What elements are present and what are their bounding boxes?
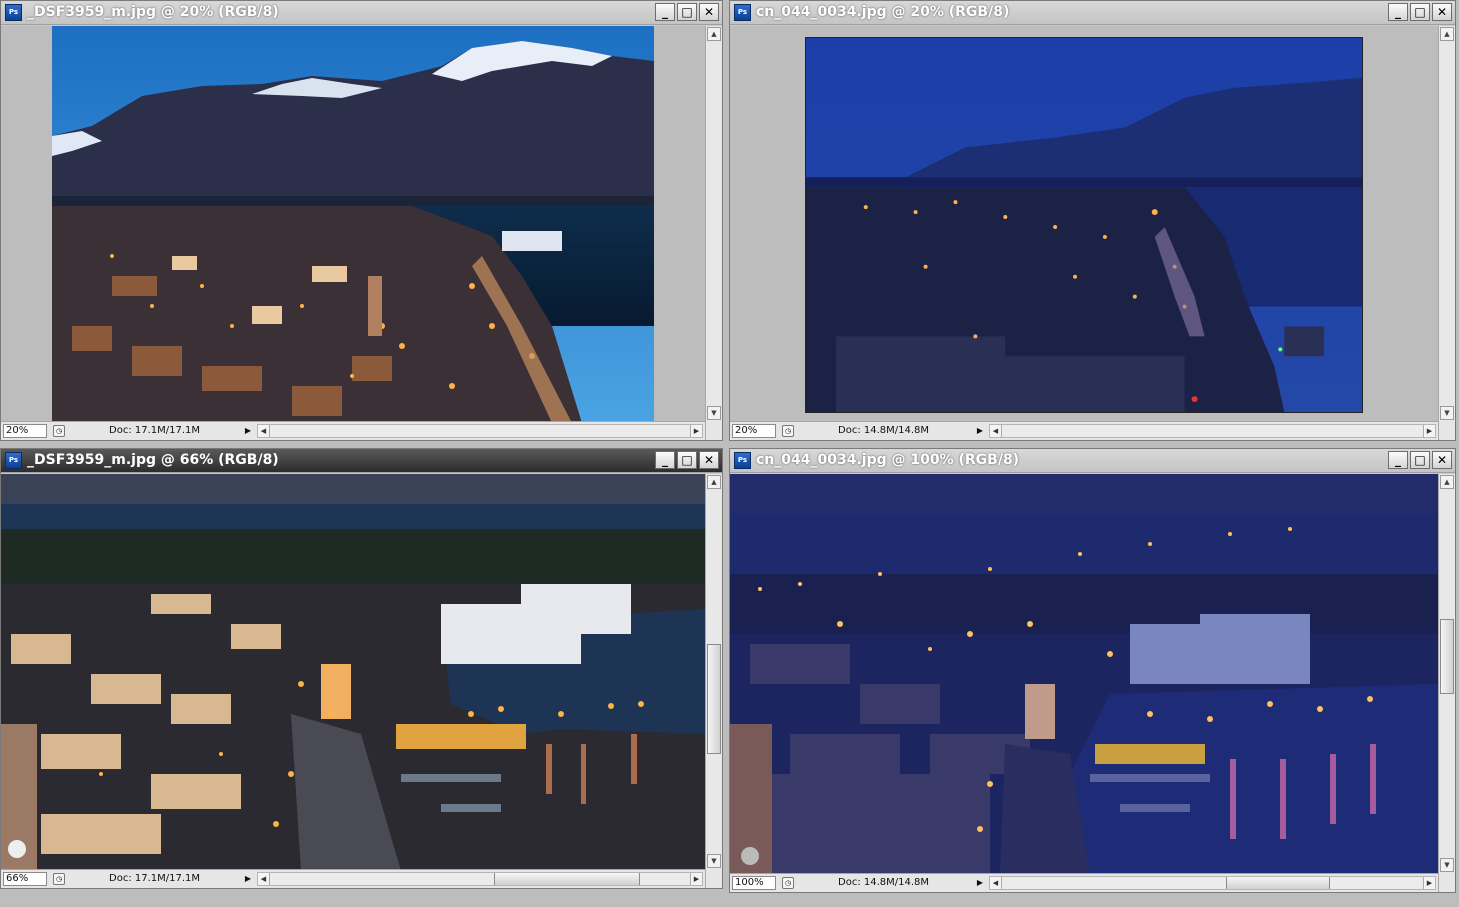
scroll-down-icon[interactable]: ▼ — [1440, 406, 1454, 420]
photoshop-doc-icon: Ps — [5, 452, 22, 469]
status-menu-arrow-icon[interactable]: ▶ — [975, 877, 985, 889]
vertical-scrollbar[interactable]: ▲ ▼ — [1438, 26, 1455, 421]
scroll-left-icon[interactable]: ◀ — [990, 425, 1002, 437]
scroll-up-icon[interactable]: ▲ — [1440, 475, 1454, 489]
canvas-area[interactable] — [1, 474, 705, 869]
document-image-town-closeup[interactable] — [1, 474, 705, 869]
status-bar: 66% ◷ Doc: 17.1M/17.1M ▶ ◀ ▶ — [1, 869, 722, 888]
navigator-icon[interactable]: ◷ — [782, 425, 794, 437]
window-title: _DSF3959_m.jpg @ 20% (RGB/8) — [27, 4, 279, 20]
close-button[interactable]: ✕ — [699, 3, 719, 21]
canvas-area[interactable] — [730, 26, 1438, 421]
scroll-left-icon[interactable]: ◀ — [258, 425, 270, 437]
status-menu-arrow-icon[interactable]: ▶ — [243, 873, 253, 885]
photoshop-doc-icon: Ps — [734, 4, 751, 21]
scroll-left-icon[interactable]: ◀ — [258, 873, 270, 885]
horizontal-scrollbar[interactable]: ◀ ▶ — [989, 876, 1436, 890]
photoshop-doc-icon: Ps — [5, 4, 22, 21]
photo-ascona-closeup-dusk — [1, 474, 705, 869]
document-window-cn044-100[interactable]: Ps cn_044_0034.jpg @ 100% (RGB/8) _ □ ✕ — [729, 448, 1456, 893]
document-window-cn044-20[interactable]: Ps cn_044_0034.jpg @ 20% (RGB/8) _ □ ✕ ▲… — [729, 0, 1456, 441]
document-size: Doc: 14.8M/14.8M — [838, 425, 930, 436]
vertical-scrollbar[interactable]: ▲ ▼ — [1438, 474, 1455, 873]
minimize-button[interactable]: _ — [1388, 3, 1408, 21]
zoom-level-field[interactable]: 100% — [732, 876, 776, 890]
document-size: Doc: 17.1M/17.1M — [109, 873, 201, 884]
scroll-right-icon[interactable]: ▶ — [1423, 425, 1435, 437]
status-bar: 100% ◷ Doc: 14.8M/14.8M ▶ ◀ ▶ — [730, 873, 1455, 892]
scroll-right-icon[interactable]: ▶ — [690, 425, 702, 437]
close-button[interactable]: ✕ — [1432, 451, 1452, 469]
minimize-button[interactable]: _ — [655, 451, 675, 469]
status-menu-arrow-icon[interactable]: ▶ — [243, 425, 253, 437]
canvas-area[interactable] — [730, 474, 1438, 873]
document-size: Doc: 14.8M/14.8M — [838, 877, 930, 888]
document-size: Doc: 17.1M/17.1M — [109, 425, 201, 436]
document-window-dsf3959-66[interactable]: Ps _DSF3959_m.jpg @ 66% (RGB/8) _ □ ✕ ▲ … — [0, 448, 723, 889]
canvas-area[interactable] — [1, 26, 705, 421]
scroll-down-icon[interactable]: ▼ — [707, 854, 721, 868]
scroll-right-icon[interactable]: ▶ — [1423, 877, 1435, 889]
scroll-up-icon[interactable]: ▲ — [707, 27, 721, 41]
document-window-dsf3959-20[interactable]: Ps _DSF3959_m.jpg @ 20% (RGB/8) _ □ ✕ ▲ … — [0, 0, 723, 441]
maximize-button[interactable]: □ — [677, 451, 697, 469]
horizontal-scrollbar[interactable]: ◀ ▶ — [257, 872, 703, 886]
vertical-scrollbar[interactable]: ▲ ▼ — [705, 474, 722, 869]
scroll-up-icon[interactable]: ▲ — [1440, 27, 1454, 41]
photo-ascona-night — [806, 38, 1362, 412]
status-menu-arrow-icon[interactable]: ▶ — [975, 425, 985, 437]
horizontal-scrollbar[interactable]: ◀ ▶ — [989, 424, 1436, 438]
navigator-icon[interactable]: ◷ — [53, 425, 65, 437]
close-button[interactable]: ✕ — [1432, 3, 1452, 21]
scroll-down-icon[interactable]: ▼ — [707, 406, 721, 420]
window-titlebar[interactable]: Ps _DSF3959_m.jpg @ 20% (RGB/8) _ □ ✕ — [1, 1, 722, 25]
vertical-scroll-thumb[interactable] — [707, 644, 721, 754]
vertical-scrollbar[interactable]: ▲ ▼ — [705, 26, 722, 421]
horizontal-scroll-thumb[interactable] — [494, 873, 640, 885]
photo-ascona-closeup-night — [730, 474, 1438, 873]
maximize-button[interactable]: □ — [1410, 451, 1430, 469]
document-image-mountain-town[interactable] — [52, 26, 654, 421]
scroll-down-icon[interactable]: ▼ — [1440, 858, 1454, 872]
scroll-up-icon[interactable]: ▲ — [707, 475, 721, 489]
window-titlebar-active[interactable]: Ps _DSF3959_m.jpg @ 66% (RGB/8) _ □ ✕ — [1, 449, 722, 473]
minimize-button[interactable]: _ — [1388, 451, 1408, 469]
zoom-level-field[interactable]: 66% — [3, 872, 47, 886]
photoshop-workspace: Ps _DSF3959_m.jpg @ 20% (RGB/8) _ □ ✕ ▲ … — [0, 0, 1459, 907]
photo-ascona-dusk — [52, 26, 654, 421]
window-titlebar[interactable]: Ps cn_044_0034.jpg @ 100% (RGB/8) _ □ ✕ — [730, 449, 1455, 473]
window-title: _DSF3959_m.jpg @ 66% (RGB/8) — [27, 452, 279, 468]
window-title: cn_044_0034.jpg @ 20% (RGB/8) — [756, 4, 1010, 20]
vertical-scroll-thumb[interactable] — [1440, 619, 1454, 694]
maximize-button[interactable]: □ — [677, 3, 697, 21]
window-title: cn_044_0034.jpg @ 100% (RGB/8) — [756, 452, 1020, 468]
horizontal-scrollbar[interactable]: ◀ ▶ — [257, 424, 703, 438]
maximize-button[interactable]: □ — [1410, 3, 1430, 21]
resize-grip[interactable] — [1438, 421, 1455, 440]
resize-grip[interactable] — [705, 421, 722, 440]
navigator-icon[interactable]: ◷ — [782, 877, 794, 889]
close-button[interactable]: ✕ — [699, 451, 719, 469]
minimize-button[interactable]: _ — [655, 3, 675, 21]
scroll-left-icon[interactable]: ◀ — [990, 877, 1002, 889]
scroll-right-icon[interactable]: ▶ — [690, 873, 702, 885]
zoom-level-field[interactable]: 20% — [732, 424, 776, 438]
resize-grip[interactable] — [705, 869, 722, 888]
window-titlebar[interactable]: Ps cn_044_0034.jpg @ 20% (RGB/8) _ □ ✕ — [730, 1, 1455, 25]
document-image-night-town[interactable] — [805, 37, 1363, 413]
horizontal-scroll-thumb[interactable] — [1226, 877, 1330, 889]
status-bar: 20% ◷ Doc: 14.8M/14.8M ▶ ◀ ▶ — [730, 421, 1455, 440]
status-bar: 20% ◷ Doc: 17.1M/17.1M ▶ ◀ ▶ — [1, 421, 722, 440]
photoshop-doc-icon: Ps — [734, 452, 751, 469]
resize-grip[interactable] — [1438, 873, 1455, 892]
document-image-night-closeup[interactable] — [730, 474, 1438, 873]
navigator-icon[interactable]: ◷ — [53, 873, 65, 885]
zoom-level-field[interactable]: 20% — [3, 424, 47, 438]
